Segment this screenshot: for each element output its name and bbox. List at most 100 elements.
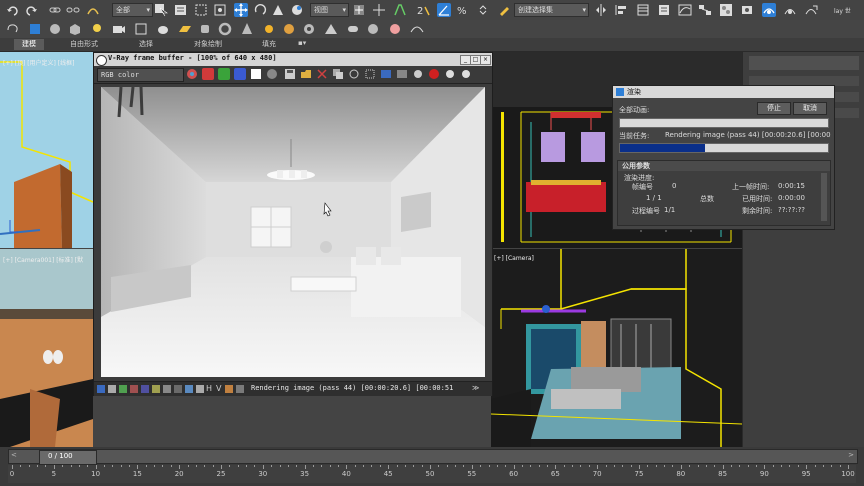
scene-explorer-icon[interactable] — [657, 3, 671, 17]
color-corrections-icon[interactable] — [186, 68, 198, 80]
tab-freeform[interactable]: 自由形式 — [70, 39, 98, 50]
unlink-icon[interactable] — [66, 3, 80, 17]
cancel-button[interactable]: 取消 — [793, 102, 827, 115]
rollout-header[interactable]: 公用参数 — [618, 161, 830, 171]
time-slider[interactable]: < 0 / 100 > — [8, 449, 858, 465]
render-icon[interactable] — [412, 68, 424, 80]
stamp-icon[interactable] — [225, 385, 233, 393]
green-channel-icon[interactable] — [218, 68, 230, 80]
layer-explorer-icon[interactable] — [636, 3, 650, 17]
light-icon[interactable] — [90, 22, 104, 36]
level-icon[interactable] — [119, 385, 127, 393]
status-expand-icon[interactable]: ≫ — [472, 384, 479, 392]
place-icon[interactable] — [290, 3, 304, 17]
time-slider-next-icon[interactable]: > — [848, 451, 854, 459]
link-to-3dsmax-icon[interactable] — [396, 68, 408, 80]
viewport-label[interactable]: [+] [顶] [用户定义] [线框] — [3, 58, 74, 67]
spinner-snap-icon[interactable] — [476, 3, 490, 17]
select-object-icon[interactable] — [154, 3, 168, 17]
schematic-view-icon[interactable] — [698, 3, 712, 17]
window-crossing-icon[interactable] — [213, 3, 227, 17]
spline-icon[interactable] — [410, 22, 424, 36]
plane-icon[interactable] — [178, 22, 192, 36]
shape-icon[interactable] — [366, 22, 380, 36]
rotate-icon[interactable] — [253, 3, 267, 17]
pivot-center-icon[interactable] — [352, 3, 366, 17]
horizontal-flip-icon[interactable]: H — [206, 384, 214, 394]
curve-editor-icon[interactable] — [678, 3, 692, 17]
render-stop-icon[interactable] — [428, 68, 440, 80]
curve-icon[interactable] — [130, 385, 138, 393]
tab-object-paint[interactable]: 对象绘制 — [194, 39, 222, 50]
box-icon[interactable] — [68, 22, 82, 36]
hedra-icon[interactable] — [388, 22, 402, 36]
lens-icon[interactable] — [236, 385, 244, 393]
duplicate-icon[interactable] — [332, 68, 344, 80]
link-icon[interactable] — [48, 3, 62, 17]
angle-snap-icon[interactable] — [437, 3, 451, 17]
vertical-flip-icon[interactable]: V — [216, 384, 224, 394]
pyramid-icon[interactable] — [324, 22, 338, 36]
cone-icon[interactable] — [240, 22, 254, 36]
capsule-icon[interactable] — [346, 22, 360, 36]
vfb-title-bar[interactable]: V-Ray frame buffer - [100% of 640 x 480]… — [94, 53, 492, 66]
sphere-icon[interactable] — [48, 22, 62, 36]
lens-effects-icon[interactable] — [460, 68, 472, 80]
exposure-icon[interactable] — [141, 385, 149, 393]
clear-image-icon[interactable] — [316, 68, 328, 80]
rect-selection-icon[interactable] — [194, 3, 208, 17]
render-setup-icon[interactable] — [740, 3, 754, 17]
red-channel-icon[interactable] — [202, 68, 214, 80]
rollout-scrollbar[interactable] — [821, 173, 827, 221]
bind-spacewarp-icon[interactable] — [86, 3, 100, 17]
pause-button[interactable]: 停止 — [757, 102, 791, 115]
camera-icon[interactable] — [112, 22, 126, 36]
vfb-render-canvas[interactable] — [101, 87, 485, 405]
select-manipulate-icon[interactable] — [372, 3, 386, 17]
save-image-icon[interactable] — [284, 68, 296, 80]
time-slider-thumb[interactable]: 0 / 100 — [39, 450, 97, 465]
load-image-icon[interactable] — [300, 68, 312, 80]
render-frame-window-icon[interactable] — [762, 3, 776, 17]
monochrome-icon[interactable] — [266, 68, 278, 80]
snap-2d-icon[interactable]: 2 — [417, 3, 431, 17]
geosphere-icon[interactable] — [282, 22, 296, 36]
selection-filter-dropdown[interactable]: 全部 ▾ — [112, 3, 153, 17]
scale-icon[interactable] — [271, 3, 285, 17]
align-icon[interactable] — [614, 3, 628, 17]
show-corrections-icon[interactable] — [444, 68, 456, 80]
material-editor-icon[interactable] — [719, 3, 733, 17]
command-panel-tabs[interactable] — [749, 56, 859, 70]
region-render-icon[interactable] — [364, 68, 376, 80]
close-icon[interactable]: × — [480, 55, 491, 65]
mirror-icon[interactable] — [594, 3, 608, 17]
viewport-top-left[interactable]: [+] [顶] [用户定义] [线框] — [0, 52, 93, 248]
paint-select-icon[interactable] — [28, 22, 42, 36]
lasso-select-icon[interactable] — [6, 22, 20, 36]
timeline-ruler[interactable]: 0 5 10 15 20 25 30 35 40 45 50 55 60 65 70 75 80 85 90 95 10… — [8, 465, 856, 483]
select-by-name-icon[interactable] — [174, 3, 188, 17]
viewport-bottom-left[interactable]: [+] [Camera001] [标准] [默 — [0, 249, 93, 447]
render-production-icon[interactable] — [783, 3, 797, 17]
reference-coord-dropdown[interactable]: 视图 ▾ — [310, 3, 349, 17]
history-icon[interactable] — [97, 385, 105, 393]
time-slider-prev-icon[interactable]: < — [11, 451, 17, 459]
track-mouse-icon[interactable] — [348, 68, 360, 80]
tab-populate[interactable]: 填充 — [262, 39, 276, 50]
srgb-icon[interactable] — [152, 385, 160, 393]
ocio-icon[interactable] — [174, 385, 182, 393]
keyboard-shortcut-icon[interactable] — [393, 3, 407, 17]
ribbon-options-icon[interactable]: ▪▾ — [298, 39, 306, 47]
tube-icon[interactable] — [302, 22, 316, 36]
helper-icon[interactable] — [134, 22, 148, 36]
viewport-bottom-right[interactable]: [+] [Camera] — [491, 249, 742, 447]
sun-icon[interactable] — [262, 22, 276, 36]
channel-dropdown[interactable]: RGB color — [97, 68, 184, 82]
viewport-label[interactable]: [+] [Camera] — [494, 255, 534, 262]
redo-icon[interactable] — [24, 3, 38, 17]
alpha-channel-icon[interactable] — [250, 68, 262, 80]
viewport-label[interactable]: [+] [Camera001] [标准] [默 — [3, 255, 83, 264]
named-selection-dropdown[interactable]: 创建选择集 ▾ — [514, 3, 589, 17]
pixel-aspect-icon[interactable] — [196, 385, 204, 393]
move-icon[interactable] — [234, 3, 248, 17]
